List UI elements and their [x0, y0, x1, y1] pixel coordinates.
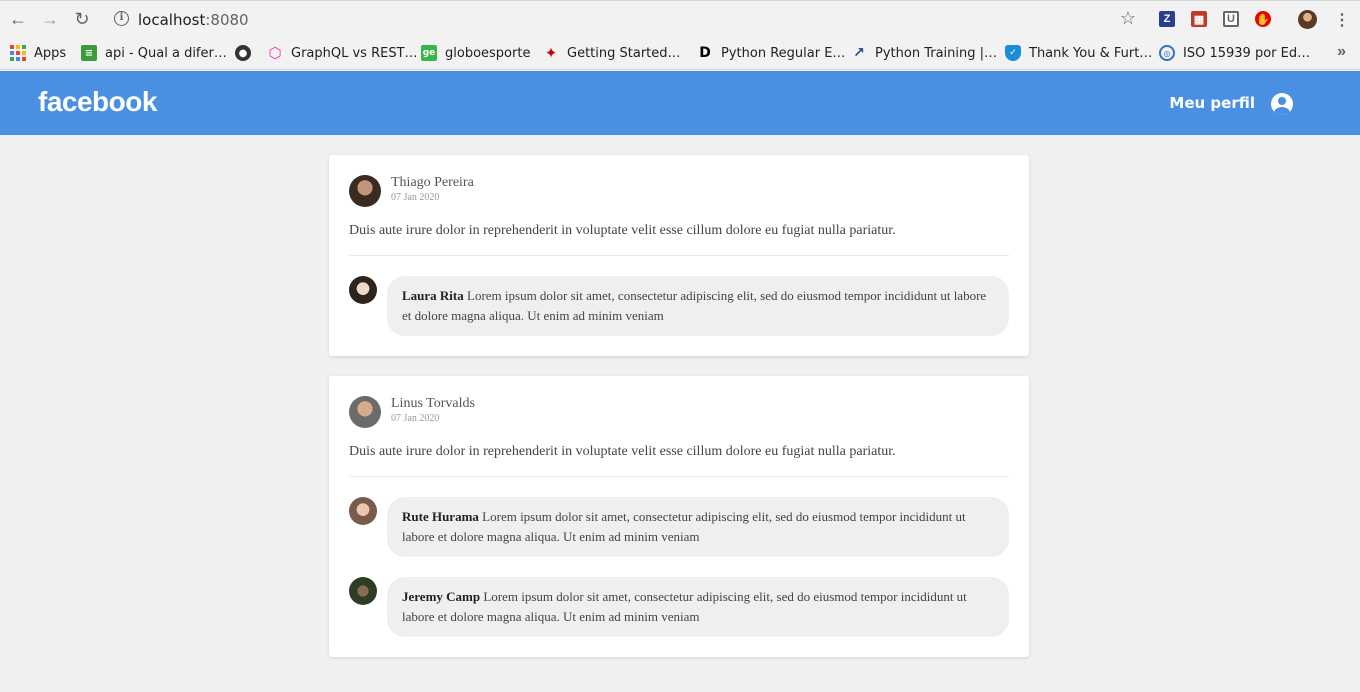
comment-text: Lorem ipsum dolor sit amet, consectetur … [402, 509, 966, 544]
post-author[interactable]: Linus Torvalds [391, 396, 475, 412]
back-arrow-icon[interactable]: ← [8, 9, 28, 29]
bookmark-thank-you[interactable]: ✓ Thank You & Furt… [1005, 44, 1152, 62]
bookmark-label: Getting Started… [567, 45, 681, 61]
url-port: :8080 [205, 11, 249, 29]
globe-icon: ● [235, 45, 251, 61]
bookmark-label: Thank You & Furt… [1029, 45, 1153, 61]
forward-arrow-icon[interactable]: → [40, 9, 60, 29]
comment-author-avatar[interactable] [349, 497, 377, 525]
comment: Jeremy Camp Lorem ipsum dolor sit amet, … [349, 577, 1009, 637]
sailfish-icon: ✦ [544, 44, 558, 62]
my-profile-link[interactable]: Meu perfil [1169, 94, 1255, 112]
shield-icon: ✓ [1005, 45, 1021, 61]
bookmark-star-icon[interactable]: ☆ [1120, 8, 1136, 29]
post-divider [349, 476, 1009, 477]
comment-author[interactable]: Rute Hurama [402, 509, 479, 524]
bookmark-python-regex[interactable]: D Python Regular E… [697, 44, 845, 62]
comment-text: Lorem ipsum dolor sit amet, consectetur … [402, 288, 987, 323]
d-letter-icon: D [699, 45, 711, 61]
bookmark-label: Apps [34, 45, 67, 61]
comment: Laura Rita Lorem ipsum dolor sit amet, c… [349, 276, 1009, 336]
bookmark-label: globoesporte [445, 45, 531, 61]
bookmarks-overflow-icon[interactable]: » [1337, 43, 1346, 61]
bookmark-globoesporte[interactable]: ge globoesporte [421, 44, 530, 62]
zotero-extension-icon[interactable]: Z [1159, 11, 1175, 27]
comment-text: Lorem ipsum dolor sit amet, consectetur … [402, 589, 967, 624]
bookmark-python-training[interactable]: ↗ Python Training |… [851, 44, 997, 62]
bookmark-apps[interactable]: Apps [10, 44, 66, 62]
post-divider [349, 255, 1009, 256]
post-content: Duis aute irure dolor in reprehenderit i… [349, 223, 896, 238]
bookmark-graphql[interactable]: ⬡ GraphQL vs REST… [267, 44, 418, 62]
post-date: 07 Jan 2020 [391, 413, 440, 424]
comment-author[interactable]: Laura Rita [402, 288, 464, 303]
post-card: Linus Torvalds 07 Jan 2020 Duis aute iru… [329, 376, 1029, 657]
site-info-icon[interactable]: i [114, 11, 129, 26]
bookmarks-bar: Apps ≡ api - Qual a difer… ● ⬡ GraphQL v… [0, 36, 1360, 70]
bookmark-label: Python Training |… [875, 45, 998, 61]
comment-bubble: Rute Hurama Lorem ipsum dolor sit amet, … [387, 497, 1009, 557]
bitwarden-extension-icon[interactable]: U [1223, 11, 1239, 27]
reload-icon[interactable]: ↻ [72, 9, 92, 29]
apps-grid-icon [10, 45, 26, 61]
author-avatar[interactable] [349, 396, 381, 428]
post-card: Thiago Pereira 07 Jan 2020 Duis aute iru… [329, 155, 1029, 356]
bookmark-label: api - Qual a difer… [105, 45, 227, 61]
url-host: localhost [138, 11, 206, 29]
fingerprint-icon: ◎ [1159, 45, 1175, 61]
bookmark-label: Python Regular E… [721, 45, 846, 61]
graphql-icon: ⬡ [268, 44, 282, 62]
extension-red-icon[interactable]: ▦ [1191, 11, 1207, 27]
url-text[interactable]: localhost:8080 [138, 11, 249, 29]
user-account-icon[interactable] [1271, 93, 1293, 115]
bookmark-iso[interactable]: ◎ ISO 15939 por Ed… [1159, 44, 1310, 62]
bookmark-getting-started[interactable]: ✦ Getting Started… [543, 44, 681, 62]
stackexchange-icon: ≡ [81, 45, 97, 61]
post-author[interactable]: Thiago Pereira [391, 175, 474, 191]
comment-bubble: Jeremy Camp Lorem ipsum dolor sit amet, … [387, 577, 1009, 637]
comment-author[interactable]: Jeremy Camp [402, 589, 480, 604]
facebook-logo[interactable]: facebook [38, 86, 157, 118]
post-content: Duis aute irure dolor in reprehenderit i… [349, 444, 896, 459]
comment-bubble: Laura Rita Lorem ipsum dolor sit amet, c… [387, 276, 1009, 336]
bookmark-api[interactable]: ≡ api - Qual a difer… [81, 44, 227, 62]
author-avatar[interactable] [349, 175, 381, 207]
post-header: Thiago Pereira 07 Jan 2020 [349, 175, 1009, 207]
profile-avatar[interactable] [1298, 10, 1317, 29]
ublock-extension-icon[interactable]: ✋ [1255, 11, 1271, 27]
bookmark-label: ISO 15939 por Ed… [1183, 45, 1311, 61]
comment: Rute Hurama Lorem ipsum dolor sit amet, … [349, 497, 1009, 557]
feed: Thiago Pereira 07 Jan 2020 Duis aute iru… [329, 155, 1029, 677]
app-header: facebook Meu perfil [0, 71, 1360, 135]
address-bar[interactable]: i localhost:8080 ☆ [104, 5, 1148, 34]
bookmark-label: GraphQL vs REST… [291, 45, 418, 61]
chart-line-icon: ↗ [853, 45, 865, 61]
comment-author-avatar[interactable] [349, 276, 377, 304]
comment-author-avatar[interactable] [349, 577, 377, 605]
post-date: 07 Jan 2020 [391, 192, 440, 203]
bookmark-globe[interactable]: ● [235, 44, 251, 62]
post-header: Linus Torvalds 07 Jan 2020 [349, 396, 1009, 428]
ge-icon: ge [421, 45, 437, 61]
browser-toolbar: ← → ↻ i localhost:8080 ☆ Z ▦ U ✋ ⋮ [0, 0, 1360, 36]
menu-kebab-icon[interactable]: ⋮ [1334, 10, 1350, 30]
